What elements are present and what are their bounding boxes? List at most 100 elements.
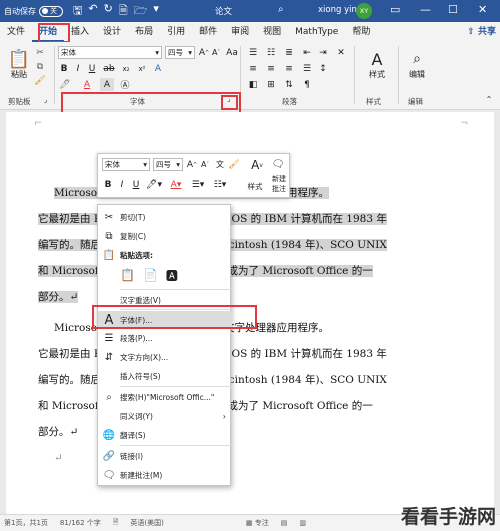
strikethrough-icon[interactable]: ab (102, 62, 116, 75)
open-icon[interactable]: 🗁 (134, 2, 148, 21)
menu-item-copy[interactable]: ⧉ 复制(C) (98, 227, 232, 245)
new-comment-button[interactable]: 新建 批注 (268, 172, 290, 196)
font-color-icon[interactable]: A▾ (168, 178, 184, 191)
menu-item-insert-symbol[interactable]: 插入符号(S) (98, 367, 232, 385)
editing-icon[interactable]: ⌕ (406, 48, 428, 70)
menu-item-new-comment[interactable]: 🗨 新建批注(M) (98, 466, 232, 484)
paste-merge-icon[interactable]: 📄 (143, 268, 158, 282)
bullets-icon[interactable]: ☰▾ (190, 178, 206, 191)
text-effects-icon[interactable]: A (152, 62, 164, 75)
enclose-character-icon[interactable]: Ⓐ (118, 78, 132, 91)
page-count[interactable]: 第1页，共1页 (4, 518, 48, 528)
borders-icon[interactable]: ⊞ (264, 78, 278, 91)
tab-file[interactable]: 文件 (0, 22, 32, 42)
show-marks-icon[interactable]: ¶ (300, 78, 314, 91)
undo-icon[interactable]: ↶ (88, 2, 97, 21)
numbering-icon[interactable]: ☷ (264, 46, 278, 59)
redo-icon[interactable]: ↻ (104, 2, 113, 21)
menu-item-paragraph[interactable]: ☰ 段落(P)... (98, 329, 232, 347)
search-icon[interactable]: ⌕ (278, 4, 284, 15)
paste-text-only-icon[interactable]: 🅰 (166, 267, 178, 284)
print-layout-icon[interactable]: ▥ (299, 519, 306, 527)
menu-item-cut[interactable]: ✂ 剪切(T) (98, 208, 232, 226)
grow-font-icon[interactable]: A ^ (186, 158, 198, 171)
paste-icon[interactable]: 📋 (8, 48, 30, 70)
ribbon-display-icon[interactable]: ▭ (390, 3, 400, 16)
close-icon[interactable]: ✕ (478, 3, 487, 16)
tab-review[interactable]: 审阅 (224, 22, 256, 42)
multilevel-list-icon[interactable]: ≣ (282, 46, 296, 59)
bold-icon[interactable]: B (102, 178, 114, 191)
underline-icon[interactable]: U (86, 62, 98, 75)
tab-help[interactable]: 帮助 (345, 22, 377, 42)
align-left-icon[interactable]: ≡ (246, 62, 260, 75)
center-icon[interactable]: ≡ (264, 62, 278, 75)
user-name[interactable]: xiong yin (318, 5, 357, 15)
menu-item-search[interactable]: ⌕ 搜索(H)"Microsoft Offic..." (98, 388, 232, 406)
tab-design[interactable]: 设计 (96, 22, 128, 42)
paste-label[interactable]: 粘贴 (6, 68, 32, 80)
shading-icon[interactable]: ◧ (246, 78, 260, 91)
character-shading-icon[interactable]: A (100, 78, 114, 91)
menu-item-translate[interactable]: 🌐 翻译(S) (98, 426, 232, 444)
menu-item-link[interactable]: 🔗 链接(I) (98, 447, 232, 465)
maximize-icon[interactable]: ☐ (448, 3, 458, 16)
highlight-color-icon[interactable]: 🖊▾ (146, 178, 162, 191)
avatar[interactable]: XY (356, 3, 372, 19)
decrease-indent-icon[interactable]: ⇤ (300, 46, 314, 59)
line-spacing-icon[interactable]: ↕ (316, 62, 330, 75)
share-button[interactable]: ⇪ 共享 (467, 24, 496, 37)
paste-keep-source-icon[interactable]: 📋 (120, 268, 135, 282)
phonetic-guide-icon[interactable]: 文 (214, 158, 226, 171)
shrink-font-icon[interactable]: Aˇ (210, 46, 222, 59)
styles-gallery-icon[interactable]: A (366, 48, 388, 70)
tab-references[interactable]: 引用 (160, 22, 192, 42)
superscript-icon[interactable]: x² (136, 62, 148, 75)
minimize-icon[interactable]: — (420, 3, 431, 16)
autosave-toggle[interactable]: 关 (39, 5, 63, 17)
text-line[interactable]: 部分。↵ (38, 291, 79, 303)
change-case-icon[interactable]: Aa (226, 46, 238, 59)
save-icon[interactable]: 🖫 (73, 2, 82, 21)
format-painter-icon[interactable]: 🖌 (34, 75, 46, 87)
bullets-icon[interactable]: ☰ (246, 46, 260, 59)
word-count[interactable]: 81/162 个字 (60, 518, 101, 528)
customize-qat-icon[interactable]: ▾ (153, 2, 159, 21)
mini-font-combo[interactable]: 宋体 ▾ (102, 158, 150, 171)
read-mode-icon[interactable]: ▤ (281, 519, 288, 527)
subscript-icon[interactable]: x₂ (120, 62, 132, 75)
cut-icon[interactable]: ✂ (34, 47, 46, 59)
highlight-color-icon[interactable]: 🖊 (58, 78, 72, 91)
font-color-icon[interactable]: A (80, 78, 94, 91)
increase-indent-icon[interactable]: ⇥ (316, 46, 330, 59)
copy-icon[interactable]: ⧉ (34, 61, 46, 73)
format-painter-icon[interactable]: 🖌 (228, 158, 240, 171)
chinese-layout-icon[interactable]: ✕ (334, 46, 348, 59)
menu-item-text-direction[interactable]: ⇵ 文字方向(X)... (98, 348, 232, 366)
mini-size-combo[interactable]: 四号 ▾ (153, 158, 183, 171)
numbering-icon[interactable]: ☷▾ (212, 178, 228, 191)
proofing-icon[interactable]: 🗎 (113, 518, 119, 529)
sort-icon[interactable]: ⇅ (282, 78, 296, 91)
menu-item-synonyms[interactable]: 同义词(Y) › (98, 407, 232, 425)
collapse-ribbon-icon[interactable]: ⌃ (484, 94, 494, 104)
editing-button[interactable]: 编辑 (402, 68, 432, 80)
text-line[interactable]: 部分。↵ (38, 426, 78, 438)
new-comment-icon[interactable]: 🗨 (270, 157, 286, 171)
clipboard-launcher-icon[interactable]: ⌟ (44, 96, 47, 104)
italic-icon[interactable]: I (116, 178, 128, 191)
focus-mode[interactable]: ▦ 专注 (246, 518, 269, 528)
shrink-font-icon[interactable]: Aˇ (199, 158, 211, 171)
styles-icon[interactable]: Av (248, 157, 266, 173)
tab-mailings[interactable]: 邮件 (192, 22, 224, 42)
font-size-combo[interactable]: 四号 ▾ (165, 46, 195, 59)
underline-icon[interactable]: U (130, 178, 142, 191)
styles-button[interactable]: 样式 (244, 180, 266, 192)
italic-icon[interactable]: I (72, 62, 84, 75)
justify-icon[interactable]: ☰ (300, 62, 314, 75)
tab-mathtype[interactable]: MathType (288, 22, 345, 42)
bold-icon[interactable]: B (58, 62, 70, 75)
document-icon[interactable]: 🗎 (119, 2, 128, 21)
grow-font-icon[interactable]: A ^ (198, 46, 210, 59)
font-name-combo[interactable]: 宋体 ▾ (58, 46, 162, 59)
